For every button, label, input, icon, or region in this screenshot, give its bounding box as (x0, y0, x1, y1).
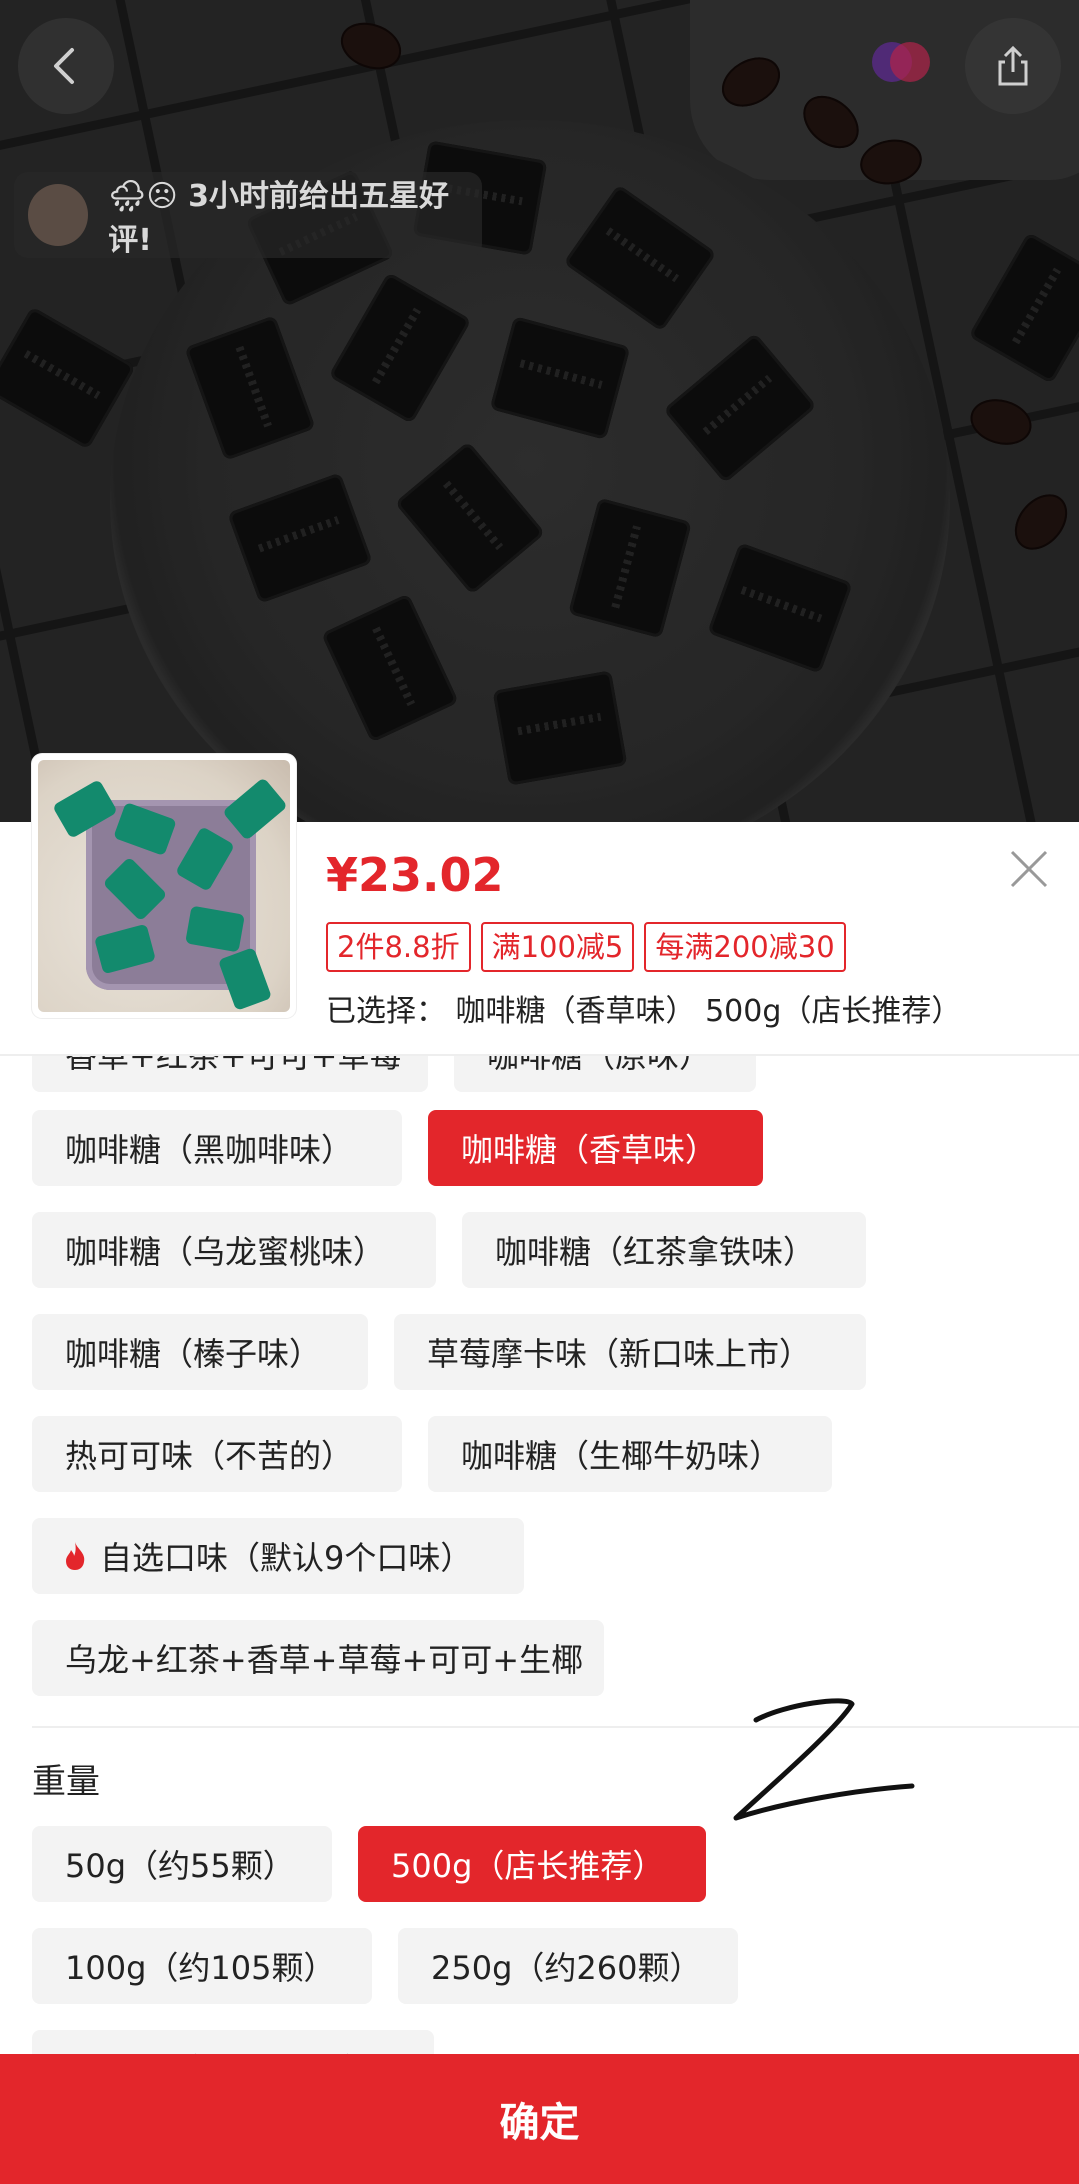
flavor-option[interactable]: 草莓摩卡味（新口味上市） (394, 1314, 866, 1390)
flavor-option[interactable]: 咖啡糖（榛子味） (32, 1314, 368, 1390)
flavor-option-selected[interactable]: 咖啡糖（香草味） (428, 1110, 763, 1186)
back-arrow-icon (54, 48, 74, 84)
promo-tag: 满100减5 (480, 922, 635, 972)
weight-option[interactable]: 250g（约260颗） (398, 1928, 738, 2004)
share-icon (998, 45, 1028, 86)
price: ¥23.02 (326, 848, 504, 902)
avatar (28, 184, 89, 246)
confirm-button[interactable]: 确定 (0, 2054, 1079, 2184)
share-button[interactable] (965, 18, 1061, 114)
weight-section-title: 重量 (32, 1762, 100, 1802)
brand-logo-icon (872, 42, 930, 82)
section-divider (32, 1726, 1079, 1728)
product-thumbnail (32, 754, 296, 1018)
promo-tags: 2件8.8折 满100减5 每满200减30 (326, 922, 846, 972)
handwritten-mark (733, 1698, 915, 1821)
flavor-option[interactable]: 咖啡糖（红茶拿铁味） (462, 1212, 866, 1288)
flavor-option[interactable]: 热可可味（不苦的） (32, 1416, 402, 1492)
flavor-option[interactable]: 乌龙+红茶+香草+草莓+可可+生椰 (32, 1620, 604, 1696)
promo-tag: 每满200减30 (644, 922, 846, 972)
flavor-option[interactable]: 咖啡糖（乌龙蜜桃味） (32, 1212, 436, 1288)
flavor-option[interactable]: 咖啡糖（原味） (454, 1056, 756, 1092)
flavor-option-label: 自选口味（默认9个口味） (100, 1539, 473, 1577)
flavor-option[interactable]: 咖啡糖（黑咖啡味） (32, 1110, 402, 1186)
selected-summary: 已选择： 咖啡糖（香草味） 500g（店长推荐） (326, 994, 962, 1029)
weight-option[interactable]: 1000g（约1000颗） (32, 2030, 434, 2054)
weight-option[interactable]: 100g（约105颗） (32, 1928, 372, 2004)
flavor-option[interactable]: 自选口味（默认9个口味） (32, 1518, 524, 1594)
close-icon[interactable] (1006, 846, 1052, 892)
review-banner: 🌧☹ 3小时前给出五星好评! (14, 172, 482, 258)
weight-option[interactable]: 50g（约55颗） (32, 1826, 332, 1902)
review-banner-text: 🌧☹ 3小时前给出五星好评! (108, 179, 449, 258)
thumb-candy (217, 947, 273, 1011)
sku-options: 香草+红茶+可可+草莓 咖啡糖（原味） 咖啡糖（黑咖啡味） 咖啡糖（香草味） 咖… (0, 1056, 1079, 2054)
product-hero-image: 🌧☹ 3小时前给出五星好评! (0, 0, 1079, 822)
back-button[interactable] (18, 18, 114, 114)
fire-icon (66, 1542, 85, 1570)
flavor-option[interactable]: 咖啡糖（生椰牛奶味） (428, 1416, 832, 1492)
promo-tag: 2件8.8折 (326, 922, 471, 972)
flavor-option[interactable]: 香草+红茶+可可+草莓 (32, 1056, 428, 1092)
hero-dim-overlay (0, 0, 1079, 822)
weight-option-selected[interactable]: 500g（店长推荐） (358, 1826, 706, 1902)
